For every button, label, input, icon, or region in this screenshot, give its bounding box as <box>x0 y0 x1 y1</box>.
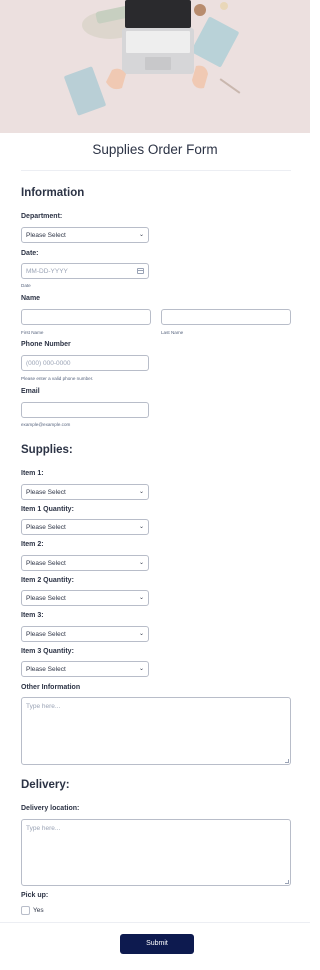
department-label: Department: <box>21 213 63 220</box>
last-name-sublabel: Last Name <box>161 330 184 335</box>
phone-input[interactable]: (000) 000-0000 <box>21 355 149 371</box>
chevron-down-icon: ⌄ <box>138 489 144 495</box>
phone-label: Phone Number <box>21 341 71 348</box>
last-name-input[interactable] <box>161 309 291 325</box>
item1-quantity-value: Please Select <box>26 524 66 531</box>
pickup-yes-checkbox[interactable] <box>21 906 30 915</box>
chevron-down-icon: ⌄ <box>138 631 144 637</box>
phone-placeholder: (000) 000-0000 <box>26 360 71 367</box>
hero-image <box>0 0 310 133</box>
calendar-icon[interactable] <box>137 268 144 274</box>
chevron-down-icon: ⌄ <box>138 524 144 530</box>
laptop-desk-photo <box>0 0 310 133</box>
other-information-textarea[interactable]: Type here... <box>21 697 291 765</box>
section-heading-delivery: Delivery: <box>21 779 70 791</box>
item2-select[interactable]: Please Select ⌄ <box>21 555 149 571</box>
department-value: Please Select <box>26 232 66 239</box>
delivery-location-label: Delivery location: <box>21 805 80 812</box>
delivery-location-placeholder: Type here... <box>26 825 61 832</box>
chevron-down-icon: ⌄ <box>138 232 144 238</box>
item3-value: Please Select <box>26 631 66 638</box>
other-information-placeholder: Type here... <box>26 703 61 710</box>
resize-grip-icon[interactable] <box>285 759 289 763</box>
title-divider <box>21 170 291 171</box>
item3-quantity-value: Please Select <box>26 666 66 673</box>
email-label: Email <box>21 388 40 395</box>
date-placeholder: MM-DD-YYYY <box>26 268 68 275</box>
resize-grip-icon[interactable] <box>285 880 289 884</box>
item2-quantity-label: Item 2 Quantity: <box>21 577 74 584</box>
phone-sublabel: Please enter a valid phone number. <box>21 376 94 381</box>
chevron-down-icon: ⌄ <box>138 595 144 601</box>
chevron-down-icon: ⌄ <box>138 560 144 566</box>
item3-label: Item 3: <box>21 612 44 619</box>
form-title: Supplies Order Form <box>92 142 218 157</box>
item3-quantity-select[interactable]: Please Select ⌄ <box>21 661 149 677</box>
item1-label: Item 1: <box>21 470 44 477</box>
date-input[interactable]: MM-DD-YYYY <box>21 263 149 279</box>
email-sublabel: example@example.com <box>21 422 71 427</box>
item2-quantity-select[interactable]: Please Select ⌄ <box>21 590 149 606</box>
name-label: Name <box>21 295 41 302</box>
department-select[interactable]: Please Select ⌄ <box>21 227 149 243</box>
first-name-input[interactable] <box>21 309 151 325</box>
item3-quantity-label: Item 3 Quantity: <box>21 648 74 655</box>
item3-select[interactable]: Please Select ⌄ <box>21 626 149 642</box>
first-name-sublabel: First Name <box>21 330 44 335</box>
delivery-location-textarea[interactable]: Type here... <box>21 819 291 886</box>
item2-value: Please Select <box>26 560 66 567</box>
pickup-label: Pick up: <box>21 892 49 899</box>
item1-value: Please Select <box>26 489 66 496</box>
date-sublabel: Date <box>21 283 31 288</box>
other-information-label: Other Information <box>21 684 81 691</box>
date-label: Date: <box>21 250 39 257</box>
footer-divider <box>0 922 310 923</box>
submit-button[interactable]: Submit <box>120 934 194 954</box>
item2-label: Item 2: <box>21 541 44 548</box>
item1-quantity-label: Item 1 Quantity: <box>21 506 74 513</box>
section-heading-supplies: Supplies: <box>21 444 73 456</box>
item2-quantity-value: Please Select <box>26 595 66 602</box>
chevron-down-icon: ⌄ <box>138 666 144 672</box>
section-heading-information: Information <box>21 187 85 199</box>
item1-select[interactable]: Please Select ⌄ <box>21 484 149 500</box>
item1-quantity-select[interactable]: Please Select ⌄ <box>21 519 149 535</box>
email-input[interactable] <box>21 402 149 418</box>
pickup-yes-label[interactable]: Yes <box>33 906 44 915</box>
